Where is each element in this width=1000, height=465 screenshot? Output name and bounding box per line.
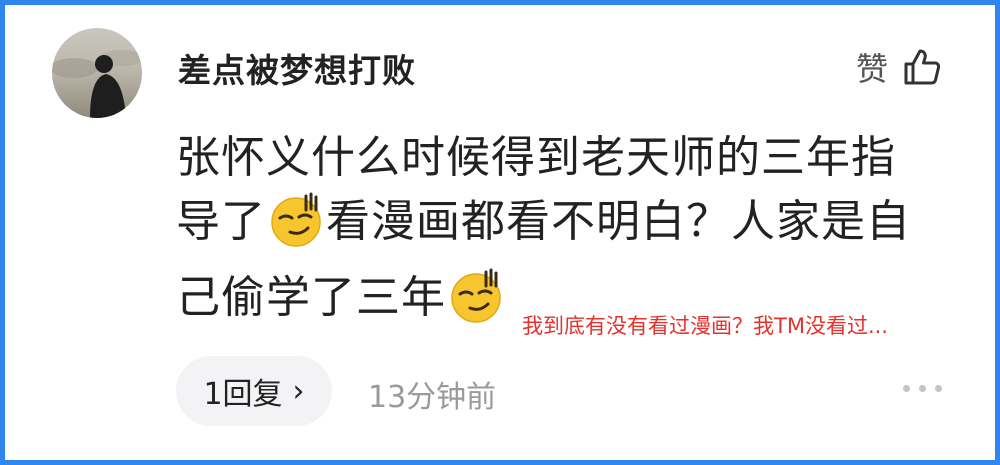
overlay-note: 我到底有没有看过漫画？我TM没看过... (522, 314, 888, 338)
thumbs-up-icon (904, 49, 941, 85)
avatar[interactable] (52, 28, 142, 118)
reply-button[interactable]: 1回复 › (176, 356, 332, 426)
dot (903, 385, 910, 392)
dot (935, 385, 942, 392)
smirk-emoji-icon (268, 192, 324, 266)
username[interactable]: 差点被梦想打败 (178, 44, 416, 92)
chevron-right-icon: › (292, 373, 305, 409)
smirk-emoji-icon (448, 268, 504, 342)
dot (919, 385, 926, 392)
timestamp: 13分钟前 (368, 380, 497, 415)
reply-label: 1回复 (203, 377, 283, 412)
like-button[interactable]: 赞 (856, 44, 942, 90)
like-label: 赞 (855, 50, 888, 88)
more-dots-icon[interactable] (903, 385, 942, 392)
